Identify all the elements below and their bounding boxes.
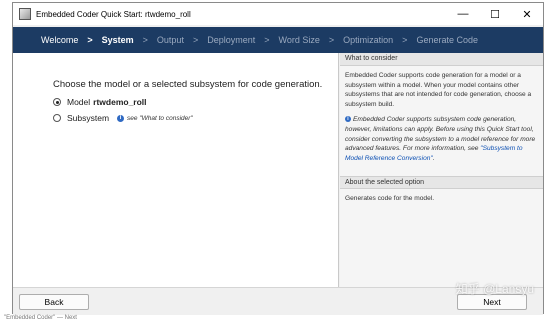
what-to-consider-body: Embedded Coder supports code generation … (340, 66, 543, 173)
about-option-header: About the selected option (340, 176, 543, 190)
back-button[interactable]: Back (19, 294, 89, 310)
window-title: Embedded Coder Quick Start: rtwdemo_roll (36, 9, 191, 19)
step-separator: > (142, 35, 148, 45)
footer-bar: Back Next (13, 287, 543, 315)
maximize-button[interactable]: ☐ (479, 3, 511, 25)
step-separator: > (264, 35, 270, 45)
what-to-consider-header: What to consider (340, 53, 543, 66)
page-question: Choose the model or a selected subsystem… (53, 79, 323, 90)
step-separator: > (402, 35, 408, 45)
subsystem-hint: i see "What to consider" (117, 114, 193, 122)
info-icon: i (117, 114, 125, 122)
about-text: Generates code for the model. (345, 195, 435, 203)
close-button[interactable]: ✕ (511, 3, 543, 25)
consider-note: i Embedded Coder supports subsystem code … (345, 115, 538, 163)
minimize-button[interactable]: — (447, 3, 479, 25)
title-bar: Embedded Coder Quick Start: rtwdemo_roll… (13, 3, 543, 25)
about-option-body: Generates code for the model. (340, 189, 543, 214)
step-output[interactable]: Output (157, 35, 184, 45)
step-separator: > (328, 35, 335, 45)
step-deployment[interactable]: Deployment (207, 35, 255, 45)
info-icon: i (345, 116, 351, 123)
step-system[interactable]: System (102, 35, 134, 45)
step-word-size[interactable]: Word Size (279, 35, 320, 45)
next-button[interactable]: Next (457, 294, 527, 310)
step-separator: > (87, 35, 93, 45)
quick-start-window: Embedded Coder Quick Start: rtwdemo_roll… (12, 2, 544, 315)
model-option-label: Model (67, 97, 91, 107)
step-separator: > (192, 35, 199, 45)
note-end: . (432, 154, 435, 162)
app-icon (19, 8, 31, 20)
wizard-step-bar: Welcome > System > Output > Deployment >… (13, 27, 543, 53)
window-controls: — ☐ ✕ (447, 3, 543, 25)
help-panel: What to consider Embedded Coder supports… (340, 53, 543, 287)
bottom-caption: "Embedded Coder" — Next (4, 315, 77, 321)
model-option-name: rtwdemo_roll (93, 97, 147, 107)
model-option[interactable]: Model rtwdemo_roll (53, 97, 147, 107)
step-generate-code[interactable]: Generate Code (416, 35, 478, 45)
consider-text: Embedded Coder supports code generation … (345, 72, 532, 108)
step-optimization[interactable]: Optimization (343, 35, 393, 45)
model-radio[interactable] (53, 98, 61, 106)
subsystem-radio[interactable] (53, 114, 61, 122)
step-welcome[interactable]: Welcome (41, 35, 78, 45)
subsystem-option-label: Subsystem (67, 113, 110, 123)
main-panel: Choose the model or a selected subsystem… (13, 53, 339, 287)
subsystem-hint-text: see "What to consider" (127, 114, 193, 122)
subsystem-option[interactable]: Subsystem i see "What to consider" (53, 113, 193, 123)
